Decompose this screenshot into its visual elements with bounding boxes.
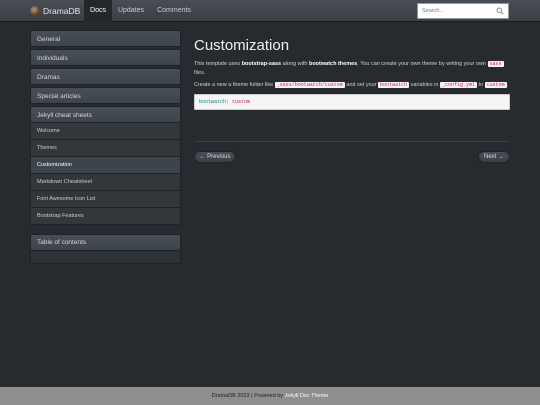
footer-text: DramaDB 2023 | Powered by [211, 393, 285, 399]
footer: DramaDB 2023 | Powered by Jekyll Doc The… [0, 387, 540, 405]
text-span: files. [194, 70, 206, 76]
brand-name: DramaDB [43, 6, 81, 16]
inline-code: _sass/bootwatch/custom [274, 82, 345, 88]
inline-code: _config.yml [439, 82, 477, 88]
search-box [417, 3, 509, 19]
text-span: This template uses [194, 61, 242, 67]
code-key: bootwatch: [199, 99, 230, 105]
instructions-paragraph: Create a new a theme folder like _sass/b… [194, 81, 512, 90]
text-span: along with [281, 61, 309, 67]
inline-code: bootwatch [378, 82, 410, 88]
toc-heading: Table of contents [31, 235, 180, 251]
sidebar: General Individuals Dramas Special artic… [30, 30, 181, 225]
brand-logo-icon [30, 6, 40, 16]
next-button[interactable]: Next → [478, 151, 510, 163]
search-input[interactable] [418, 4, 496, 18]
intro-paragraph: This template uses bootstrap-sass along … [194, 60, 512, 78]
text-span: Create a new a theme folder like [194, 82, 275, 88]
sidebar-subitem-themes[interactable]: Themes [30, 140, 181, 157]
code-value: custom [232, 99, 251, 105]
sidebar-subitem-bootstrap-features[interactable]: Bootstrap Features [30, 208, 181, 225]
text-span: variables in [409, 82, 440, 88]
sidebar-item-special-articles[interactable]: Special articles [30, 87, 181, 104]
sidebar-item-individuals[interactable]: Individuals [30, 49, 181, 66]
sidebar-subitem-customization[interactable]: Customization [30, 157, 181, 174]
text-span: . [506, 82, 509, 88]
nav-comments[interactable]: Comments [152, 0, 196, 22]
text-span: to [476, 82, 485, 88]
code-block: bootwatch: custom [194, 94, 510, 110]
previous-button[interactable]: ← Previous [194, 151, 236, 163]
sidebar-subitem-markdown-cheatsheet[interactable]: Markdown Cheatsheet [30, 174, 181, 191]
text-span: and set your [344, 82, 379, 88]
table-of-contents-panel: Table of contents [30, 234, 181, 264]
sidebar-subitem-font-awesome[interactable]: Font Awesome Icon List [30, 191, 181, 208]
sidebar-item-jekyll-cheat-sheets[interactable]: Jekyll cheat sheets [30, 106, 181, 123]
sidebar-item-general[interactable]: General [30, 30, 181, 47]
nav-updates[interactable]: Updates [114, 0, 148, 22]
nav-docs[interactable]: Docs [84, 0, 112, 22]
top-navbar: DramaDB Docs Updates Comments [0, 0, 540, 22]
sidebar-item-dramas[interactable]: Dramas [30, 68, 181, 85]
main-content: Customization This template uses bootstr… [194, 37, 512, 110]
divider [194, 141, 510, 142]
page-title: Customization [194, 37, 290, 54]
search-icon[interactable] [496, 7, 504, 15]
inline-code: sass [487, 61, 504, 67]
inline-code: custom [484, 82, 507, 88]
bold-text: bootwatch themes [308, 61, 358, 67]
bold-text: bootstrap-sass [241, 61, 282, 67]
footer-theme-link[interactable]: Jekyll Doc Theme [285, 393, 329, 399]
text-span: . You can create your own theme by writi… [357, 61, 488, 67]
brand-link[interactable]: DramaDB [30, 3, 80, 19]
sidebar-subitem-welcome[interactable]: Welcome [30, 123, 181, 140]
